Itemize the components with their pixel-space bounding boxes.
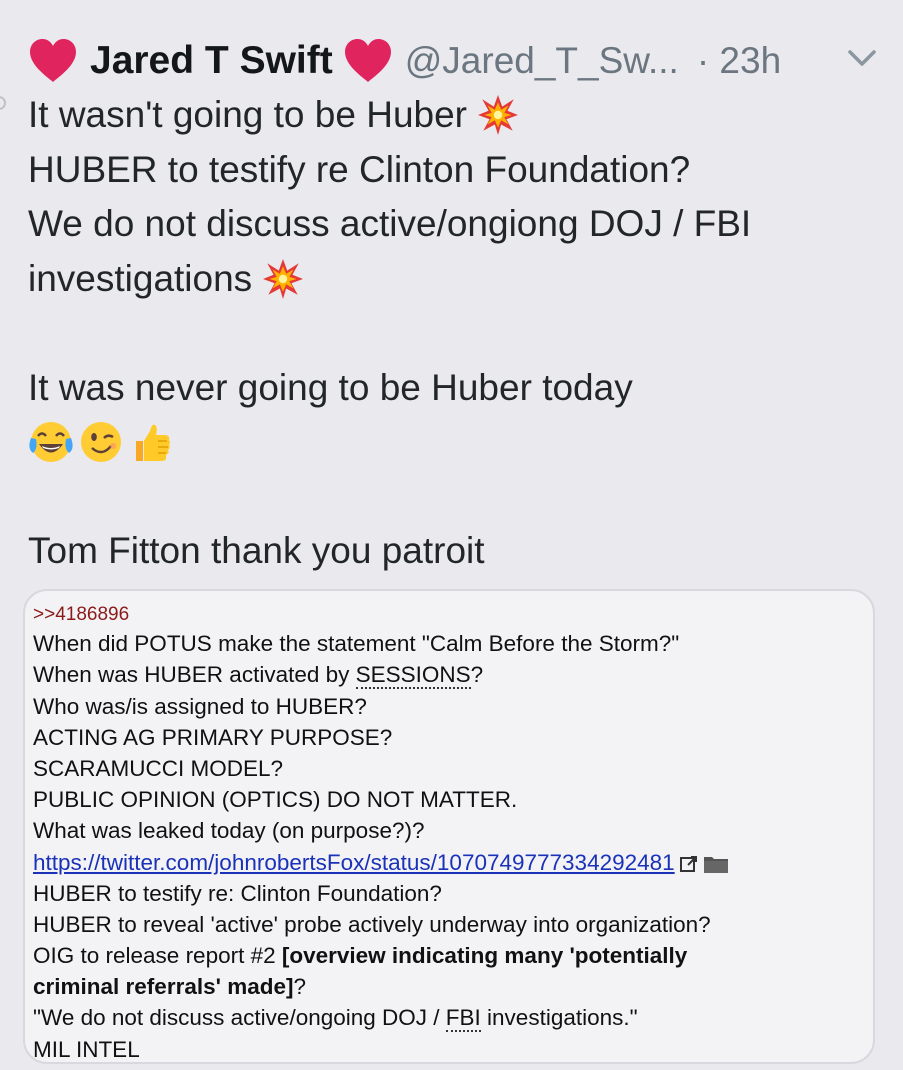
post-reference-link[interactable]: >>4186896 bbox=[33, 604, 129, 625]
tweet-header: Jared T Swift @Jared_T_Sw... · 23h bbox=[28, 36, 781, 86]
tweet-text: It wasn't going to be Huber HUBER to tes… bbox=[28, 88, 888, 579]
display-name[interactable]: Jared T Swift bbox=[90, 39, 333, 83]
post-line: SCARAMUCCI MODEL? bbox=[33, 755, 284, 781]
post-line: OIG to release report #2 [overview indic… bbox=[33, 943, 688, 969]
post-text: >>4186896 When did POTUS make the statem… bbox=[33, 597, 873, 1062]
post-line: "We do not discuss active/ongoing DOJ / … bbox=[33, 1005, 638, 1033]
post-line: PUBLIC OPINION (OPTICS) DO NOT MATTER. bbox=[33, 787, 518, 813]
post-line: When did POTUS make the statement "Calm … bbox=[33, 631, 680, 657]
underlined-term: SESSIONS bbox=[355, 662, 471, 690]
post-line: HUBER to testify re: Clinton Foundation? bbox=[33, 880, 442, 906]
thumbs-up-icon bbox=[136, 424, 170, 462]
chevron-down-icon[interactable] bbox=[846, 46, 878, 70]
emoji-row bbox=[28, 415, 888, 470]
collision-icon bbox=[263, 258, 304, 299]
tweet-line: HUBER to testify re Clinton Foundation? bbox=[28, 148, 691, 190]
timestamp[interactable]: · 23h bbox=[697, 40, 781, 82]
tweet[interactable]: Jared T Swift @Jared_T_Sw... · 23h It wa… bbox=[0, 0, 903, 1070]
post-line: https://twitter.com/johnrobertsFox/statu… bbox=[33, 847, 873, 878]
tweet-line: Tom Fitton thank you patroit bbox=[28, 530, 485, 571]
post-line: Who was/is assigned to HUBER? bbox=[33, 693, 367, 719]
post-line: HUBER to reveal 'active' probe actively … bbox=[33, 911, 711, 937]
post-reference: >>4186896 bbox=[33, 597, 873, 628]
post-line: MIL INTEL bbox=[33, 1036, 140, 1062]
tweet-line: We do not discuss active/ongiong DOJ / F… bbox=[28, 203, 752, 244]
red-heart-icon bbox=[30, 39, 76, 82]
face-with-tears-of-joy-icon bbox=[29, 422, 73, 463]
tweet-line: It wasn't going to be Huber bbox=[28, 88, 888, 143]
underlined-term: MIL bbox=[33, 1036, 70, 1062]
tweet-line: investigations bbox=[28, 252, 888, 307]
thread-connector bbox=[0, 96, 6, 110]
post-line: ACTING AG PRIMARY PURPOSE? bbox=[33, 724, 393, 750]
post-line: What was leaked today (on purpose?)? bbox=[33, 818, 425, 844]
red-heart-icon bbox=[344, 39, 391, 82]
underlined-term: FBI bbox=[445, 1005, 481, 1033]
tweet-line: It was never going to be Huber today bbox=[28, 366, 633, 408]
embedded-image-card[interactable]: >>4186896 When did POTUS make the statem… bbox=[23, 589, 875, 1064]
collision-icon bbox=[478, 95, 518, 136]
post-line: When was HUBER activated by SESSIONS? bbox=[33, 662, 484, 690]
external-link-icon[interactable] bbox=[679, 854, 699, 874]
user-handle[interactable]: @Jared_T_Sw... bbox=[405, 40, 679, 82]
post-line: criminal referrals' made]? bbox=[33, 974, 306, 1000]
folder-icon[interactable] bbox=[703, 854, 729, 874]
winking-face-icon bbox=[81, 422, 121, 463]
tweet-link[interactable]: https://twitter.com/johnrobertsFox/statu… bbox=[33, 850, 675, 875]
